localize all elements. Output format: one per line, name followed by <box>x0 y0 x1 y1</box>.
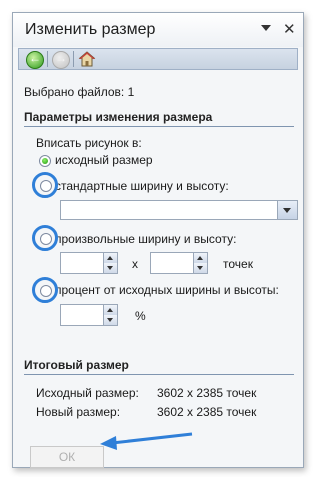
annotation-arrow-icon <box>100 432 193 450</box>
